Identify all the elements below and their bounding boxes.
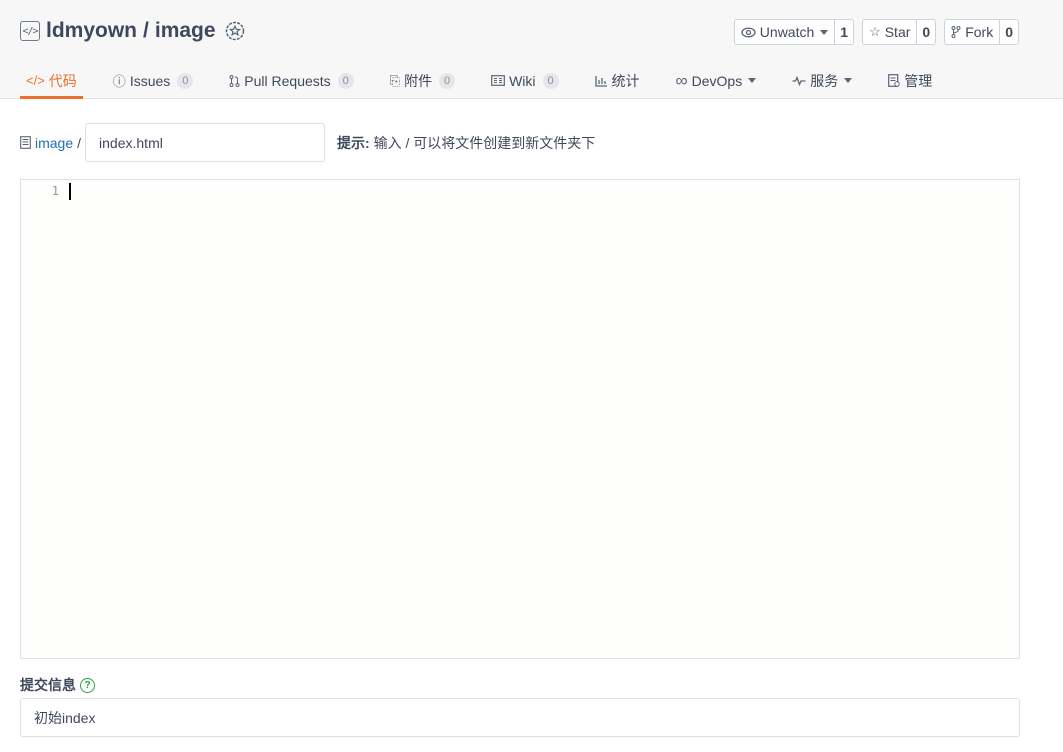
watch-button[interactable]: Unwatch bbox=[735, 20, 834, 44]
tab-issues[interactable]: ⓘ Issues 0 bbox=[107, 64, 199, 97]
repo-header: </> ldmyown / image Unwatch 1 ☆ Star 0 F… bbox=[0, 0, 1063, 99]
file-icon bbox=[20, 136, 31, 149]
breadcrumb-separator: / bbox=[77, 134, 82, 151]
breadcrumb-repo-label: image bbox=[35, 134, 74, 151]
repo-name-link[interactable]: image bbox=[155, 19, 216, 43]
tab-pull-requests-label: Pull Requests bbox=[244, 72, 331, 89]
infinity-icon: ∞ bbox=[675, 70, 688, 90]
tab-statistics[interactable]: 统计 bbox=[589, 64, 646, 97]
line-gutter: 1 bbox=[21, 180, 65, 658]
tab-manage[interactable]: 管理 bbox=[882, 64, 938, 97]
tab-devops-label: DevOps bbox=[691, 72, 743, 89]
recommend-badge-icon[interactable] bbox=[225, 21, 245, 41]
attachment-icon: ⎘ bbox=[389, 72, 401, 88]
tab-issues-label: Issues bbox=[129, 72, 171, 89]
pull-request-icon bbox=[229, 74, 240, 87]
line-number: 1 bbox=[51, 184, 59, 198]
watch-label: Unwatch bbox=[759, 24, 815, 40]
wiki-icon bbox=[491, 75, 505, 86]
tab-services[interactable]: 服务 bbox=[786, 64, 858, 97]
repo-title-separator: / bbox=[143, 19, 149, 42]
repo-nav-tabs: </> 代码 ⓘ Issues 0 Pull Requests 0 ⎘ 附件 0… bbox=[20, 64, 962, 99]
star-count[interactable]: 0 bbox=[916, 20, 935, 44]
pulse-icon bbox=[792, 75, 806, 86]
watch-button-group: Unwatch 1 bbox=[733, 19, 855, 45]
tab-attachments-label: 附件 bbox=[404, 72, 433, 89]
code-repo-icon: </> bbox=[20, 21, 40, 41]
tab-attachments-count: 0 bbox=[439, 72, 456, 89]
repo-actions: Unwatch 1 ☆ Star 0 Fork 0 bbox=[733, 19, 1019, 45]
star-button-group: ☆ Star 0 bbox=[862, 19, 937, 45]
tab-wiki[interactable]: Wiki 0 bbox=[485, 64, 564, 97]
text-cursor bbox=[69, 183, 71, 200]
fork-label: Fork bbox=[965, 24, 994, 40]
issue-icon: ⓘ bbox=[112, 74, 126, 89]
tab-wiki-count: 0 bbox=[542, 72, 559, 89]
star-label: Star bbox=[884, 24, 911, 40]
watch-count[interactable]: 1 bbox=[834, 20, 853, 44]
path-hint-text: 输入 / 可以将文件创建到新文件夹下 bbox=[373, 134, 596, 151]
tab-attachments[interactable]: ⎘ 附件 0 bbox=[384, 64, 461, 97]
eye-icon bbox=[741, 27, 756, 37]
star-button[interactable]: ☆ Star bbox=[863, 20, 916, 44]
chevron-down-icon bbox=[844, 78, 853, 83]
tab-code-label: 代码 bbox=[48, 72, 77, 89]
fork-button[interactable]: Fork bbox=[945, 20, 999, 44]
help-icon[interactable]: ? bbox=[80, 677, 95, 693]
tab-devops[interactable]: ∞ DevOps bbox=[670, 64, 763, 97]
code-editor[interactable]: 1 bbox=[20, 179, 1020, 659]
tab-code[interactable]: </> 代码 bbox=[20, 64, 83, 99]
file-path-bar: image / 提示: 输入 / 可以将文件创建到新文件夹下 bbox=[20, 123, 595, 162]
fork-count[interactable]: 0 bbox=[999, 20, 1018, 44]
tab-statistics-label: 统计 bbox=[611, 72, 640, 89]
path-hint-prefix: 提示: bbox=[337, 134, 370, 151]
filename-input[interactable] bbox=[85, 123, 326, 162]
breadcrumb-repo-link[interactable]: image bbox=[20, 135, 73, 151]
tab-pull-requests[interactable]: Pull Requests 0 bbox=[223, 64, 359, 97]
chevron-down-icon bbox=[748, 78, 757, 83]
commit-message-input[interactable] bbox=[20, 698, 1020, 737]
tab-manage-label: 管理 bbox=[904, 72, 933, 89]
chart-icon bbox=[594, 75, 607, 87]
repo-owner-link[interactable]: ldmyown bbox=[46, 19, 137, 43]
repo-title: </> ldmyown / image bbox=[20, 18, 245, 44]
tab-issues-count: 0 bbox=[177, 72, 194, 89]
commit-message-label: 提交信息 ? bbox=[20, 676, 95, 694]
commit-message-label-text: 提交信息 bbox=[20, 677, 76, 693]
code-icon: </> bbox=[26, 73, 45, 88]
chevron-down-icon bbox=[820, 29, 829, 35]
tab-wiki-label: Wiki bbox=[509, 72, 536, 89]
tab-services-label: 服务 bbox=[810, 72, 839, 89]
fork-button-group: Fork 0 bbox=[944, 19, 1019, 45]
path-hint: 提示: 输入 / 可以将文件创建到新文件夹下 bbox=[337, 133, 595, 153]
star-icon: ☆ bbox=[869, 24, 881, 39]
fork-icon bbox=[951, 26, 961, 38]
settings-doc-icon bbox=[888, 74, 900, 87]
tab-pull-requests-count: 0 bbox=[337, 72, 354, 89]
